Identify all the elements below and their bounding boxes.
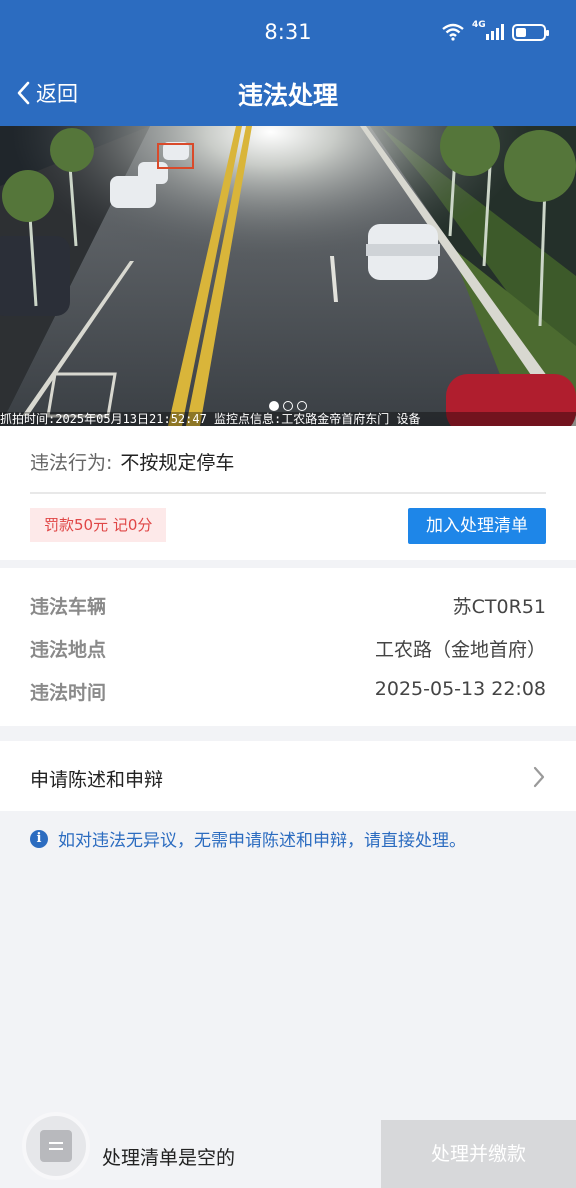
behavior-value: 不按规定停车 [120, 452, 235, 474]
bottom-bar: 处理清单是空的 处理并缴款 [0, 1112, 576, 1188]
page-title: 违法处理 [237, 81, 338, 110]
chevron-right-icon [533, 766, 545, 788]
violation-behavior: 违法行为: 不按规定停车 [30, 448, 234, 475]
appeal-label: 申请陈述和申辩 [30, 769, 164, 791]
wifi-icon [442, 23, 464, 41]
detail-row-vehicle: 违法车辆 苏CT0R51 [30, 592, 546, 619]
status-bar: 8:31 4G [0, 0, 576, 62]
carousel-indicator [0, 401, 576, 411]
violation-details-card: 违法车辆 苏CT0R51 违法地点 工农路（金地首府） 违法时间 2025-05… [0, 568, 576, 726]
detail-value: 2025-05-13 22:08 [374, 678, 546, 700]
violation-photo [0, 126, 576, 426]
detail-value: 苏CT0R51 [452, 596, 546, 618]
list-icon [40, 1130, 72, 1162]
detail-value: 工农路（金地首府） [374, 639, 546, 661]
signal-icon: 4G [472, 20, 504, 40]
carousel-dot[interactable] [283, 401, 293, 411]
detail-label: 违法时间 [30, 682, 107, 704]
detail-label: 违法地点 [30, 639, 107, 661]
detail-row-time: 违法时间 2025-05-13 22:08 [30, 678, 546, 705]
notice-text: 如对违法无异议，无需申请陈述和申辩，请直接处理。 [58, 831, 466, 851]
battery-icon [512, 23, 549, 41]
violation-photo-carousel[interactable]: 抓拍时间:2025年05月13日21:52:47 监控点信息:工农路金帝首府东门… [0, 126, 576, 426]
fine-badge: 罚款50元 记0分 [30, 508, 167, 542]
divider [30, 492, 546, 494]
cart-empty-text: 处理清单是空的 [102, 1147, 236, 1169]
process-list-button[interactable] [22, 1112, 90, 1180]
appeal-row[interactable]: 申请陈述和申辩 [0, 741, 576, 811]
nav-bar: 返回 违法处理 [0, 62, 576, 126]
detail-label: 违法车辆 [30, 596, 107, 618]
photo-timestamp: 抓拍时间:2025年05月13日21:52:47 监控点信息:工农路金帝首府东门… [0, 412, 576, 426]
info-icon: i [30, 829, 48, 848]
carousel-dot[interactable] [269, 401, 279, 411]
violation-summary-card: 违法行为: 不按规定停车 罚款50元 记0分 加入处理清单 [0, 426, 576, 560]
notice: i 如对违法无异议，无需申请陈述和申辩，请直接处理。 [30, 826, 466, 851]
behavior-label: 违法行为: [30, 452, 113, 474]
detail-row-location: 违法地点 工农路（金地首府） [30, 635, 546, 662]
status-icons: 4G [442, 20, 549, 41]
process-and-pay-button[interactable]: 处理并缴款 [381, 1120, 576, 1188]
add-to-list-button[interactable]: 加入处理清单 [408, 508, 546, 544]
carousel-dot[interactable] [297, 401, 307, 411]
network-type: 4G [472, 20, 486, 30]
